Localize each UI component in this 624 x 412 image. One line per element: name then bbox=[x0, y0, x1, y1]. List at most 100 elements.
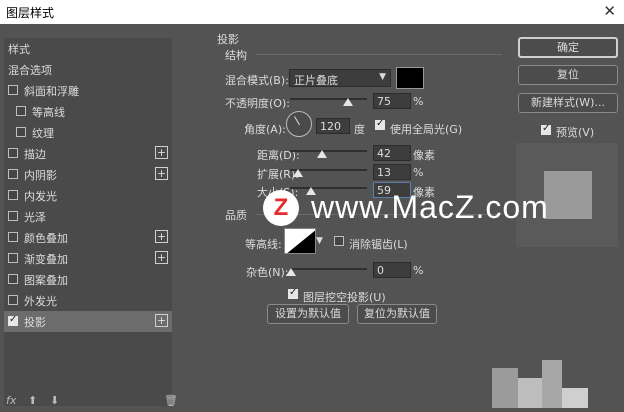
opacity-slider-thumb[interactable] bbox=[342, 98, 353, 106]
sidebar-item-satin[interactable]: 光泽 bbox=[4, 206, 172, 227]
blend-mode-label: 混合模式(B): bbox=[225, 74, 289, 87]
sidebar-item-label: 斜面和浮雕 bbox=[24, 85, 79, 98]
contour-picker[interactable] bbox=[284, 228, 316, 254]
make-default-button[interactable]: 设置为默认值 bbox=[267, 304, 349, 324]
checkbox[interactable] bbox=[8, 85, 18, 95]
blur-block bbox=[542, 360, 562, 408]
structure-title: 结构 bbox=[225, 49, 247, 62]
blend-mode-select[interactable]: 正片叠底 ▼ bbox=[289, 69, 391, 87]
shadow-color-swatch[interactable] bbox=[396, 67, 424, 89]
noise-input[interactable]: 0 bbox=[373, 262, 411, 278]
opacity-input[interactable]: 75 bbox=[373, 93, 411, 109]
checkbox[interactable] bbox=[16, 106, 26, 116]
knockout-label: 图层挖空投影(U) bbox=[303, 291, 386, 304]
sidebar-item-label: 投影 bbox=[24, 316, 46, 329]
sidebar-item-label: 图案叠加 bbox=[24, 274, 68, 287]
sidebar-item-label: 光泽 bbox=[24, 211, 46, 224]
add-icon[interactable]: + bbox=[155, 146, 168, 159]
distance-slider[interactable] bbox=[290, 150, 367, 152]
spread-unit: % bbox=[413, 166, 424, 179]
sidebar-item-label: 描边 bbox=[24, 148, 46, 161]
blend-mode-value: 正片叠底 bbox=[294, 74, 338, 87]
angle-input[interactable]: 120 bbox=[316, 118, 350, 134]
add-icon[interactable]: + bbox=[155, 167, 168, 180]
sidebar-item-label: 等高线 bbox=[32, 106, 65, 119]
distance-unit: 像素 bbox=[413, 149, 435, 162]
sidebar-item-blending-options[interactable]: 混合选项 bbox=[4, 59, 172, 80]
checkbox[interactable] bbox=[8, 169, 18, 179]
preview-label: 预览(V) bbox=[556, 126, 595, 139]
blur-block bbox=[518, 378, 542, 408]
checkbox[interactable] bbox=[8, 295, 18, 305]
chevron-down-icon[interactable]: ▼ bbox=[316, 236, 323, 246]
knockout-checkbox[interactable] bbox=[288, 287, 298, 299]
move-up-icon[interactable]: ⬆ bbox=[28, 394, 37, 407]
noise-slider-thumb[interactable] bbox=[286, 268, 296, 276]
spread-slider-thumb[interactable] bbox=[293, 169, 303, 177]
sidebar-item-styles[interactable]: 样式 bbox=[4, 38, 172, 59]
ok-button[interactable]: 确定 bbox=[518, 37, 618, 58]
spread-input[interactable]: 13 bbox=[373, 164, 411, 180]
sidebar-item-pattern-overlay[interactable]: 图案叠加 bbox=[4, 269, 172, 290]
distance-slider-thumb[interactable] bbox=[317, 150, 327, 158]
checkbox[interactable] bbox=[8, 148, 18, 158]
antialias-checkbox[interactable] bbox=[334, 236, 344, 246]
checkbox[interactable] bbox=[16, 127, 26, 137]
sidebar-footer: fx ⬆ ⬇ 🗑 bbox=[4, 394, 178, 410]
close-icon[interactable]: ✕ bbox=[603, 2, 616, 20]
sidebar-item-label: 样式 bbox=[8, 43, 30, 56]
sidebar-item-color-overlay[interactable]: 颜色叠加 + bbox=[4, 227, 172, 248]
blur-block bbox=[562, 388, 588, 408]
sidebar-item-stroke[interactable]: 描边 + bbox=[4, 143, 172, 164]
sidebar-item-label: 内阴影 bbox=[24, 169, 57, 182]
sidebar-item-label: 纹理 bbox=[32, 127, 54, 140]
sidebar-item-label: 外发光 bbox=[24, 295, 57, 308]
sidebar-item-label: 内发光 bbox=[24, 190, 57, 203]
sidebar-item-bevel-emboss[interactable]: 斜面和浮雕 bbox=[4, 80, 172, 101]
opacity-slider[interactable] bbox=[290, 98, 367, 100]
fx-icon[interactable]: fx bbox=[6, 394, 16, 407]
sidebar-item-label: 颜色叠加 bbox=[24, 232, 68, 245]
watermark-logo-letter: Z bbox=[273, 194, 289, 221]
add-icon[interactable]: + bbox=[155, 314, 168, 327]
move-down-icon[interactable]: ⬇ bbox=[50, 394, 59, 407]
new-style-button[interactable]: 新建样式(W)... bbox=[518, 93, 618, 113]
blur-block bbox=[492, 368, 518, 408]
watermark-text: www.MacZ.com bbox=[311, 189, 549, 225]
angle-dial[interactable] bbox=[286, 111, 312, 137]
quality-title: 品质 bbox=[225, 209, 247, 222]
checkbox[interactable] bbox=[8, 314, 18, 326]
sidebar-item-label: 渐变叠加 bbox=[24, 253, 68, 266]
global-light-label: 使用全局光(G) bbox=[390, 123, 463, 136]
add-icon[interactable]: + bbox=[155, 251, 168, 264]
preview-checkbox[interactable] bbox=[541, 123, 551, 135]
sidebar-item-label: 混合选项 bbox=[8, 64, 52, 77]
noise-unit: % bbox=[413, 264, 424, 277]
contour-label: 等高线: bbox=[245, 238, 282, 251]
checkbox[interactable] bbox=[8, 232, 18, 242]
global-light-checkbox[interactable] bbox=[375, 118, 385, 130]
checkbox[interactable] bbox=[8, 274, 18, 284]
distance-input[interactable]: 42 bbox=[373, 145, 411, 161]
angle-label: 角度(A): bbox=[244, 123, 286, 136]
reset-button[interactable]: 复位 bbox=[518, 65, 618, 85]
antialias-label: 消除锯齿(L) bbox=[349, 238, 408, 251]
opacity-label: 不透明度(O): bbox=[225, 97, 290, 110]
sidebar-item-outer-glow[interactable]: 外发光 bbox=[4, 290, 172, 311]
checkbox[interactable] bbox=[8, 190, 18, 200]
window-title: 图层样式 bbox=[6, 6, 55, 20]
add-icon[interactable]: + bbox=[155, 230, 168, 243]
angle-unit: 度 bbox=[354, 123, 365, 136]
reset-default-button[interactable]: 复位为默认值 bbox=[357, 304, 437, 324]
sidebar-item-inner-shadow[interactable]: 内阴影 + bbox=[4, 164, 172, 185]
checkbox[interactable] bbox=[8, 211, 18, 221]
trash-icon[interactable]: 🗑 bbox=[164, 394, 178, 407]
noise-slider[interactable] bbox=[290, 268, 367, 270]
sidebar-item-texture[interactable]: 纹理 bbox=[4, 122, 172, 143]
sidebar-item-gradient-overlay[interactable]: 渐变叠加 + bbox=[4, 248, 172, 269]
sidebar-item-drop-shadow[interactable]: 投影 + bbox=[4, 311, 172, 332]
sidebar-item-contour[interactable]: 等高线 bbox=[4, 101, 172, 122]
checkbox[interactable] bbox=[8, 253, 18, 263]
sidebar-item-inner-glow[interactable]: 内发光 bbox=[4, 185, 172, 206]
section-title: 投影 bbox=[217, 33, 239, 46]
